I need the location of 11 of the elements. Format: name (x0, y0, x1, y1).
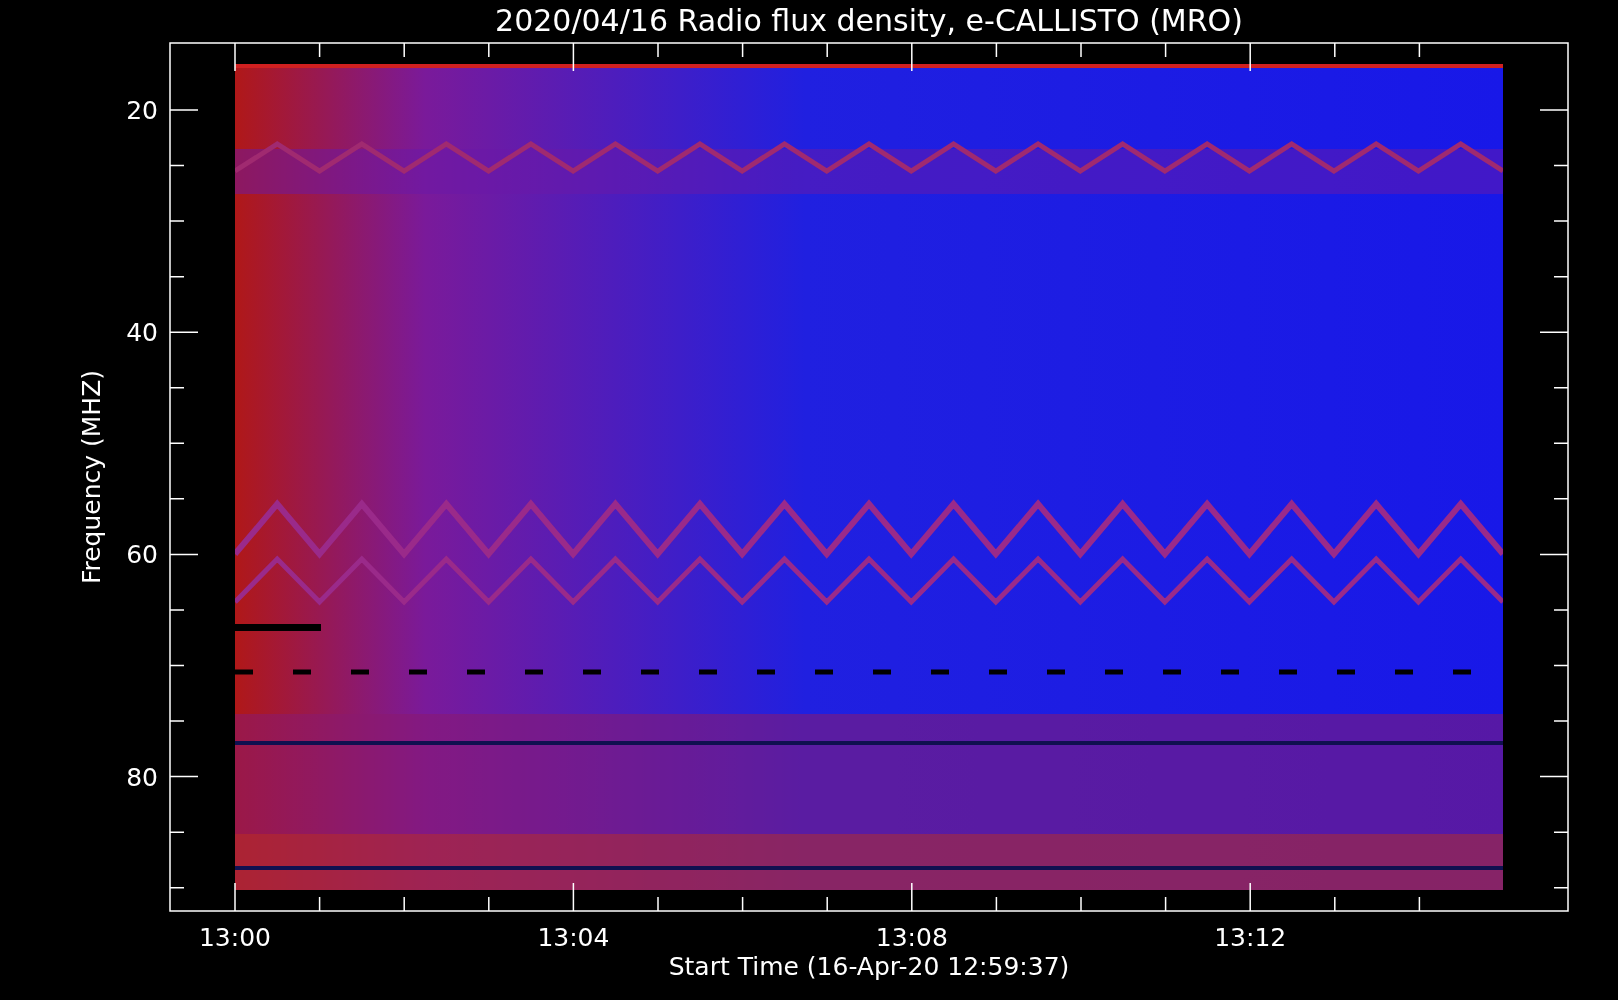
y-tick-label: 80 (126, 762, 158, 792)
x-tick-label: 13:00 (199, 923, 271, 952)
y-tick-label: 60 (126, 540, 158, 570)
x-axis-label: Start Time (16-Apr-20 12:59:37) (668, 952, 1070, 981)
x-tick-label: 13:04 (537, 923, 610, 952)
y-tick-label: 40 (126, 318, 158, 348)
chart-title: 2020/04/16 Radio flux density, e-CALLISTO (MRO) (495, 3, 1243, 38)
y-tick-label: 20 (126, 96, 158, 125)
x-tick-label: 13:08 (875, 923, 948, 952)
x-tick-label: 13:12 (1214, 923, 1287, 952)
y-axis-label: Frequency (MHZ) (77, 369, 106, 585)
